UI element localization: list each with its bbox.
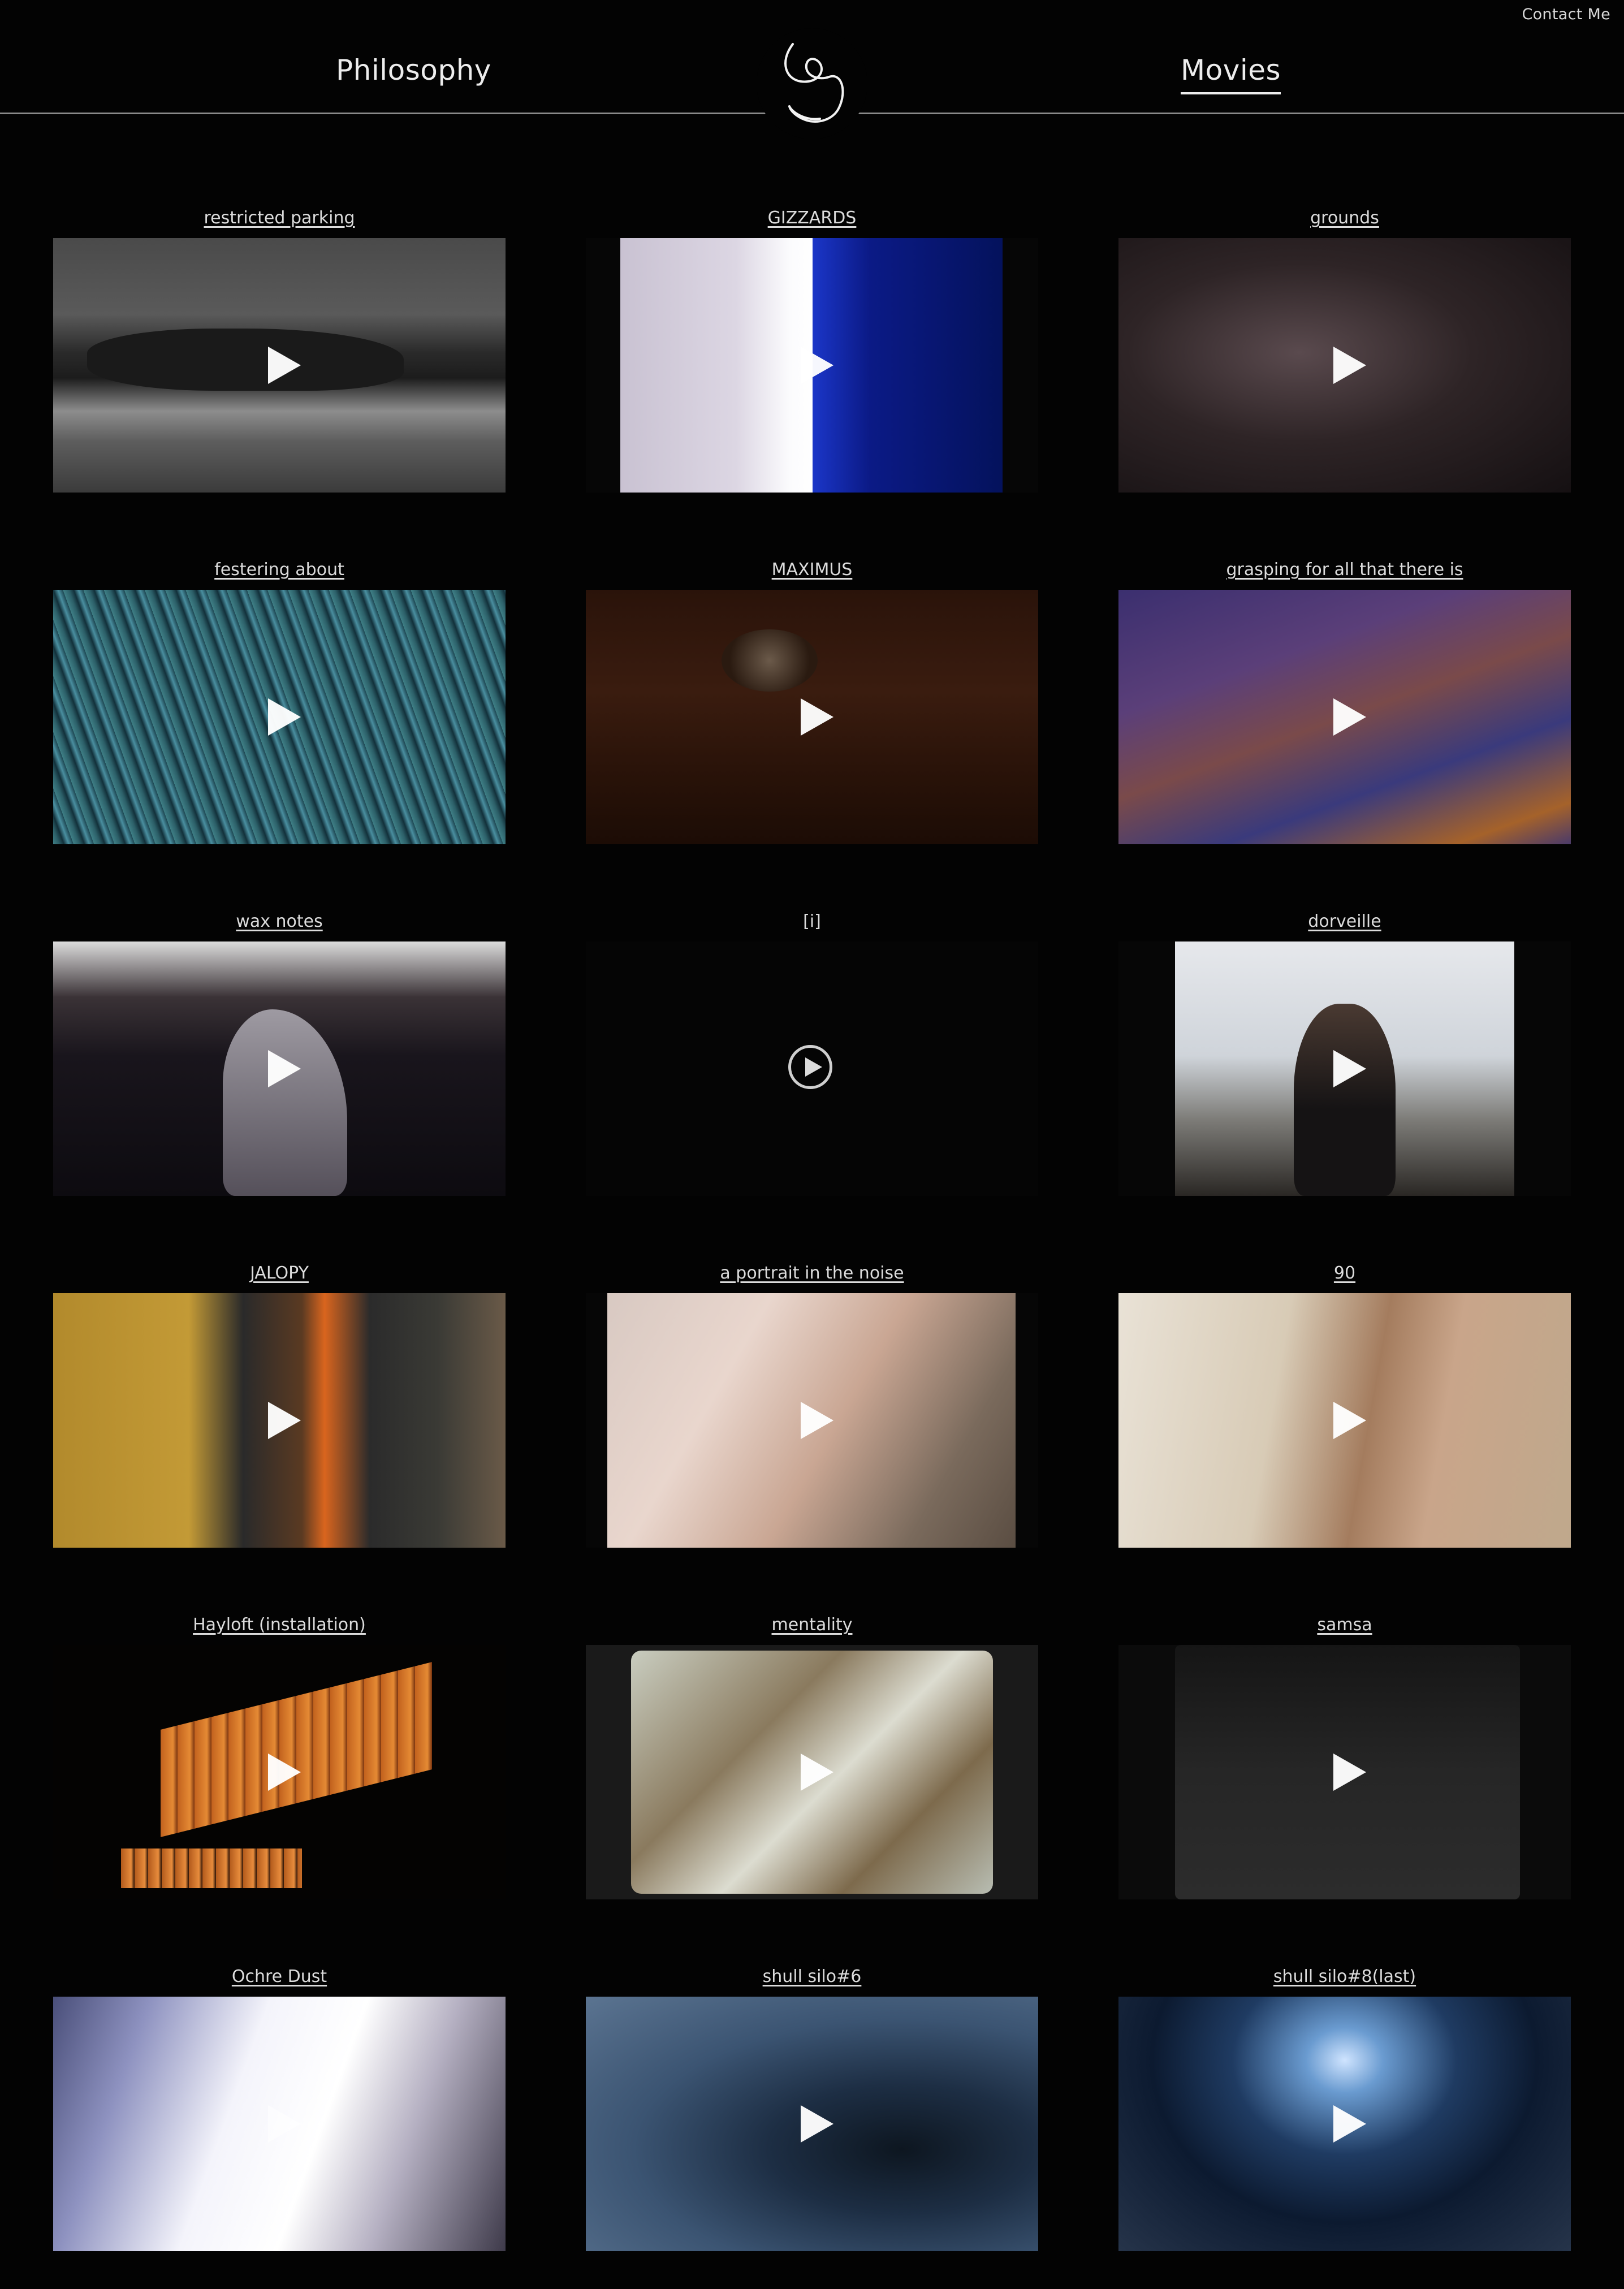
movie-thumbnail[interactable]: [1118, 590, 1571, 844]
movie-card: grounds: [1118, 207, 1571, 493]
thumbnail-image: [813, 238, 1003, 493]
page: Contact Me Philosophy Movies restricted …: [0, 0, 1624, 2289]
movie-title-link[interactable]: shull silo#8(last): [1118, 1966, 1571, 1988]
movie-card: dorveille: [1118, 910, 1571, 1196]
movie-title-link[interactable]: dorveille: [1118, 910, 1571, 933]
movie-card: 90: [1118, 1262, 1571, 1548]
play-icon[interactable]: [801, 1402, 833, 1439]
movie-card: [i]: [586, 910, 1038, 1196]
play-icon[interactable]: [801, 698, 833, 736]
movie-title-link[interactable]: shull silo#6: [586, 1966, 1038, 1988]
movie-thumbnail[interactable]: [1118, 941, 1571, 1196]
thumbnail-image: [121, 1849, 302, 1888]
movie-card: shull silo#6: [586, 1966, 1038, 2251]
play-icon[interactable]: [268, 2105, 301, 2143]
movie-title-link[interactable]: restricted parking: [53, 207, 506, 230]
play-icon[interactable]: [1333, 347, 1366, 384]
movie-card: MAXIMUS: [586, 559, 1038, 844]
thumbnail-image: [1294, 1004, 1396, 1196]
movie-thumbnail[interactable]: [53, 590, 506, 844]
play-icon[interactable]: [268, 698, 301, 736]
play-icon[interactable]: [1333, 1754, 1366, 1791]
movie-title-link[interactable]: [i]: [586, 910, 1038, 933]
movie-thumbnail[interactable]: [53, 1997, 506, 2251]
thumbnail-image: [161, 1662, 432, 1837]
movie-card: grasping for all that there is: [1118, 559, 1571, 844]
play-icon[interactable]: [268, 1402, 301, 1439]
movie-title-link[interactable]: Ochre Dust: [53, 1966, 506, 1988]
play-icon[interactable]: [801, 2105, 833, 2143]
play-icon[interactable]: [801, 1754, 833, 1791]
movie-card: a portrait in the noise: [586, 1262, 1038, 1548]
nav-philosophy[interactable]: Philosophy: [336, 54, 491, 87]
movie-thumbnail[interactable]: [53, 941, 506, 1196]
play-icon[interactable]: [1333, 698, 1366, 736]
movie-thumbnail[interactable]: [1118, 1997, 1571, 2251]
movie-title-link[interactable]: grounds: [1118, 207, 1571, 230]
movie-card: festering about: [53, 559, 506, 844]
movie-thumbnail[interactable]: [586, 238, 1038, 493]
movie-thumbnail[interactable]: [53, 1645, 506, 1899]
logo[interactable]: [757, 28, 867, 139]
play-icon[interactable]: [1333, 1402, 1366, 1439]
movie-card: restricted parking: [53, 207, 506, 493]
movie-title-link[interactable]: MAXIMUS: [586, 559, 1038, 581]
movie-card: wax notes: [53, 910, 506, 1196]
movie-title-link[interactable]: wax notes: [53, 910, 506, 933]
movie-thumbnail[interactable]: [586, 1645, 1038, 1899]
movie-card: shull silo#8(last): [1118, 1966, 1571, 2251]
play-icon[interactable]: [268, 347, 301, 384]
play-icon[interactable]: [1333, 1050, 1366, 1087]
play-icon[interactable]: [268, 1754, 301, 1791]
movie-thumbnail[interactable]: [586, 1997, 1038, 2251]
thumbnail-image: [87, 329, 404, 391]
movie-title-link[interactable]: a portrait in the noise: [586, 1262, 1038, 1285]
movie-title-link[interactable]: Hayloft (installation): [53, 1614, 506, 1636]
movie-card: Hayloft (installation): [53, 1614, 506, 1899]
movie-title-link[interactable]: grasping for all that there is: [1118, 559, 1571, 581]
movie-card: samsa: [1118, 1614, 1571, 1899]
play-icon[interactable]: [1333, 2105, 1366, 2143]
movie-card: mentality: [586, 1614, 1038, 1899]
movie-thumbnail[interactable]: [586, 590, 1038, 844]
movie-title-link[interactable]: JALOPY: [53, 1262, 506, 1285]
movie-card: Ochre Dust: [53, 1966, 506, 2251]
movie-title-link[interactable]: festering about: [53, 559, 506, 581]
thumbnail-image: [620, 238, 813, 493]
movie-title-link[interactable]: 90: [1118, 1262, 1571, 1285]
movie-thumbnail[interactable]: [53, 238, 506, 493]
movie-thumbnail[interactable]: [586, 1293, 1038, 1548]
movie-thumbnail[interactable]: [1118, 1293, 1571, 1548]
play-icon[interactable]: [801, 347, 833, 384]
movie-card: JALOPY: [53, 1262, 506, 1548]
play-icon[interactable]: [268, 1050, 301, 1087]
movie-title-link[interactable]: mentality: [586, 1614, 1038, 1636]
movie-title-link[interactable]: samsa: [1118, 1614, 1571, 1636]
movie-card: GIZZARDS: [586, 207, 1038, 493]
thumbnail-image: [722, 629, 818, 692]
thumbnail-image: [223, 1009, 347, 1196]
nav-movies[interactable]: Movies: [1181, 54, 1281, 94]
movie-thumbnail[interactable]: [1118, 1645, 1571, 1899]
scribble-logo-icon: [784, 43, 844, 123]
movie-title-link[interactable]: GIZZARDS: [586, 207, 1038, 230]
movie-thumbnail[interactable]: [53, 1293, 506, 1548]
movie-thumbnail[interactable]: [1118, 238, 1571, 493]
contact-me-link[interactable]: Contact Me: [1522, 6, 1610, 23]
play-icon[interactable]: [788, 1045, 832, 1089]
movie-thumbnail[interactable]: [586, 941, 1038, 1196]
